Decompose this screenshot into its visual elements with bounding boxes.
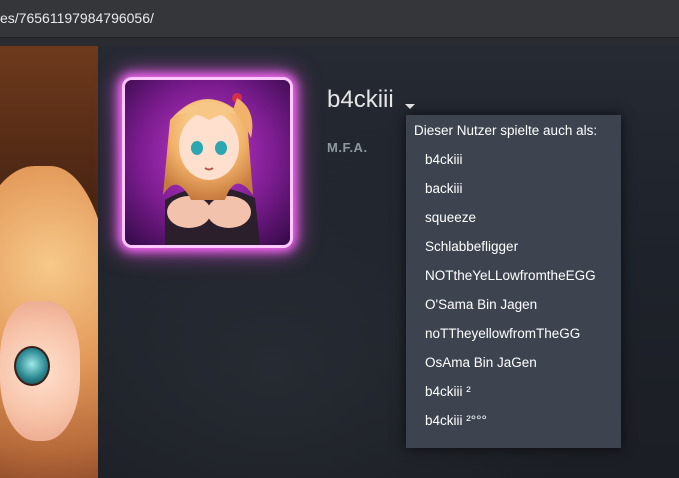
alias-item[interactable]: O'Sama Bin Jagen <box>425 297 537 312</box>
alias-history-dropdown: Dieser Nutzer spielte auch als: b4ckiii … <box>406 115 621 448</box>
background-artwork <box>0 46 98 478</box>
profile-avatar[interactable] <box>122 77 293 248</box>
alias-item[interactable]: squeeze <box>425 210 476 225</box>
profile-username[interactable]: b4ckiii <box>327 86 394 114</box>
alias-item[interactable]: backiii <box>425 181 463 196</box>
alias-item[interactable]: OsAma Bin JaGen <box>425 355 537 370</box>
alias-item[interactable]: b4ckiii <box>425 152 463 167</box>
alias-item[interactable]: b4ckiii ² <box>425 384 471 399</box>
browser-address-bar[interactable]: es/76561197984796056/ <box>0 0 679 38</box>
alias-item[interactable]: noTTheyellowfromTheGG <box>425 326 580 341</box>
page-top-strip <box>0 38 679 46</box>
alias-item[interactable]: b4ckiii ²°°° <box>425 413 487 428</box>
chevron-down-icon[interactable] <box>405 104 415 109</box>
avatar-image <box>125 80 290 245</box>
alias-item[interactable]: NOTtheYeLLowfromtheEGG <box>425 268 596 283</box>
url-text[interactable]: es/76561197984796056/ <box>0 10 154 26</box>
profile-real-name: M.F.A. <box>327 140 368 155</box>
alias-item[interactable]: Schlabbefligger <box>425 239 518 254</box>
profile-page: b4ckiii M.F.A. Dieser Nutzer spielte auc… <box>0 46 679 478</box>
dropdown-title: Dieser Nutzer spielte auch als: <box>414 123 598 138</box>
